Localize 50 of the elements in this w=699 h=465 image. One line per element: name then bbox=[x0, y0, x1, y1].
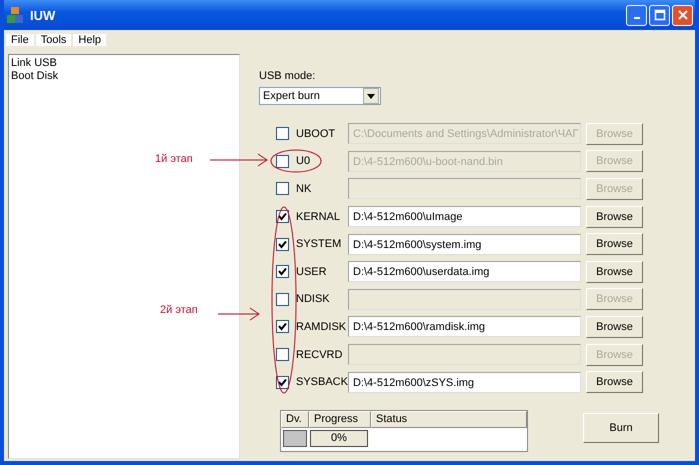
path-field[interactable]: D:\4-512m600\zSYS.img bbox=[348, 372, 581, 393]
column-header[interactable]: Status bbox=[371, 410, 527, 428]
path-field[interactable]: D:\4-512m600\uImage bbox=[348, 206, 581, 228]
path-field[interactable]: D:\4-512m600\system.img bbox=[348, 234, 581, 255]
minimize-button[interactable] bbox=[626, 4, 647, 26]
maximize-button[interactable] bbox=[649, 4, 670, 26]
image-label: NDISK bbox=[296, 293, 331, 306]
window-title: IUW bbox=[30, 8, 56, 22]
image-label: SYSTEM bbox=[296, 238, 342, 250]
device-indicator bbox=[283, 430, 307, 447]
minimize-icon bbox=[634, 17, 640, 19]
image-label: KERNAL bbox=[296, 210, 342, 223]
annotation-arrow bbox=[210, 154, 268, 166]
checkbox[interactable] bbox=[276, 376, 289, 389]
menu-item[interactable]: Help bbox=[73, 34, 106, 46]
image-label: NK bbox=[296, 182, 312, 195]
path-field[interactable]: D:\4-512m600\userdata.img bbox=[348, 261, 581, 282]
list-item[interactable]: Link USB bbox=[11, 57, 237, 70]
browse-button[interactable]: Browse bbox=[586, 206, 643, 228]
column-header[interactable]: Dv. bbox=[281, 410, 309, 428]
image-label: RAMDISK bbox=[296, 320, 348, 333]
path-field[interactable]: D:\4-512m600\ramdisk.img bbox=[348, 316, 581, 338]
annotation-arrow bbox=[218, 308, 260, 320]
menu-item[interactable]: File bbox=[6, 34, 34, 46]
maximize-icon bbox=[654, 9, 666, 21]
column-header[interactable]: Progress bbox=[309, 410, 371, 428]
annotation-ellipse bbox=[270, 150, 322, 172]
progress-text: 0% bbox=[331, 432, 347, 444]
usb-mode-label: USB mode: bbox=[259, 69, 316, 83]
browse-button[interactable]: Browse bbox=[586, 233, 643, 256]
burn-button[interactable]: Burn bbox=[583, 412, 659, 443]
usb-mode-dropdown[interactable]: Expert burn bbox=[259, 87, 381, 105]
annotation-text: 2й этап bbox=[160, 304, 198, 316]
image-label: SYSBACK bbox=[296, 376, 348, 388]
close-button[interactable] bbox=[672, 4, 693, 26]
checkbox[interactable] bbox=[276, 320, 289, 334]
image-label: RECVRD bbox=[296, 348, 344, 361]
browse-button[interactable]: Browse bbox=[586, 260, 643, 283]
menu-item[interactable]: Tools bbox=[36, 34, 72, 46]
annotation-text: 1й этап bbox=[155, 153, 193, 165]
browse-button[interactable]: Browse bbox=[586, 371, 643, 394]
blocks-icon bbox=[6, 6, 24, 24]
image-label: U0 bbox=[296, 155, 312, 168]
browse-button[interactable]: Browse bbox=[586, 316, 643, 338]
image-label: UBOOT bbox=[296, 128, 336, 140]
list-item[interactable]: Boot Disk bbox=[11, 70, 237, 83]
image-label: USER bbox=[296, 266, 328, 278]
checkbox[interactable] bbox=[276, 265, 289, 278]
close-icon bbox=[676, 9, 688, 21]
checkbox[interactable] bbox=[276, 238, 289, 251]
